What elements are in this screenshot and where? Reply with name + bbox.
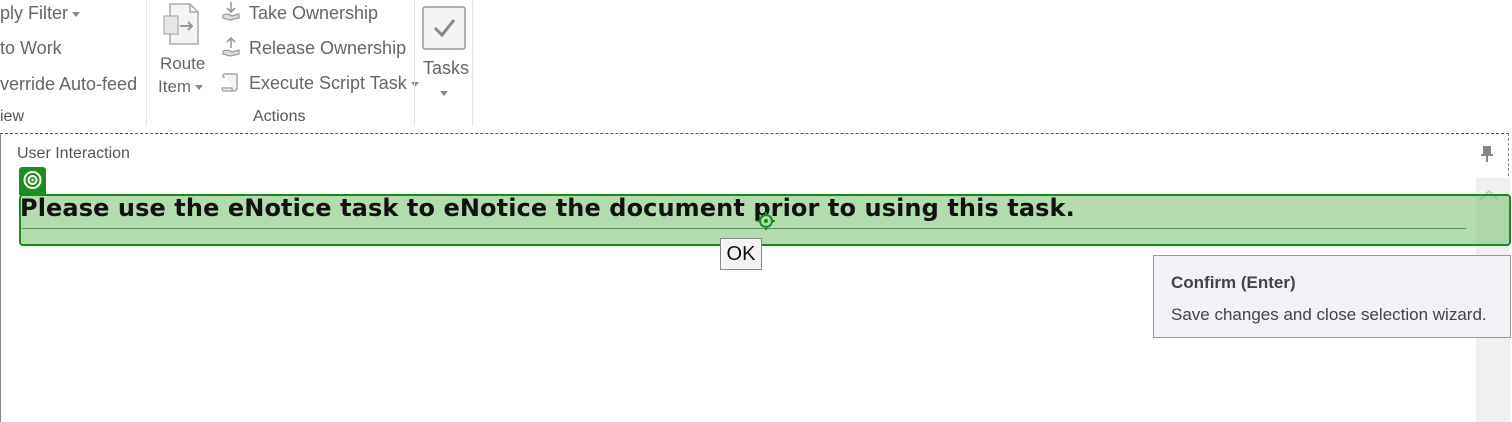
ok-button[interactable]: OK xyxy=(720,238,762,270)
group-divider xyxy=(472,0,473,126)
execute-script-task-label: Execute Script Task xyxy=(249,72,419,94)
take-ownership-label: Take Ownership xyxy=(249,3,379,23)
override-autofeed-label: verride Auto-feed xyxy=(0,74,138,94)
panel-title: User Interaction xyxy=(17,145,130,162)
script-scroll-icon xyxy=(221,73,238,92)
take-ownership-icon xyxy=(222,2,240,21)
override-autofeed-button[interactable]: verride Auto-feed xyxy=(0,73,137,95)
actions-group-label: Actions xyxy=(253,108,306,125)
release-ownership-icon xyxy=(222,36,240,57)
route-item-label-line2-text: Item xyxy=(158,77,192,96)
crosshair-icon xyxy=(757,212,775,230)
target-icon xyxy=(23,171,42,189)
chevron-down-icon xyxy=(72,11,81,17)
to-work-label: to Work xyxy=(0,38,62,58)
route-item-button[interactable]: Route Item xyxy=(155,0,213,100)
tooltip-body: Save changes and close selection wizard. xyxy=(1171,305,1487,324)
group-divider xyxy=(414,0,415,126)
take-ownership-button[interactable]: Take Ownership xyxy=(220,0,380,26)
execute-script-task-text: Execute Script Task xyxy=(249,73,407,93)
checkbox-task-icon xyxy=(422,6,466,50)
chevron-down-icon xyxy=(195,85,204,91)
add-to-work-button[interactable]: to Work xyxy=(0,37,62,59)
message-divider xyxy=(22,228,1466,229)
view-group-label: iew xyxy=(0,108,25,125)
tooltip-title: Confirm (Enter) xyxy=(1171,273,1296,292)
pin-icon[interactable] xyxy=(1480,145,1494,163)
chevron-down-icon xyxy=(440,91,448,96)
target-badge[interactable] xyxy=(19,167,46,195)
confirm-tooltip: Confirm (Enter) Save changes and close s… xyxy=(1153,255,1511,338)
group-divider xyxy=(146,0,147,126)
message-text: Please use the eNotice task to eNotice t… xyxy=(20,194,1075,222)
ribbon: ply Filter to Work verride Auto-feed iew… xyxy=(0,0,1512,133)
release-ownership-button[interactable]: Release Ownership xyxy=(220,36,407,62)
release-ownership-label: Release Ownership xyxy=(249,38,407,58)
apply-filter-button[interactable]: ply Filter xyxy=(0,2,81,24)
execute-script-task-button[interactable]: Execute Script Task xyxy=(220,71,419,97)
tasks-label: Tasks xyxy=(423,58,470,78)
route-item-icon xyxy=(163,3,199,45)
apply-filter-label: ply Filter xyxy=(0,3,69,23)
route-item-label-line1: Route xyxy=(160,54,206,73)
tasks-button[interactable]: Tasks xyxy=(418,3,470,103)
route-item-label-line2: Item xyxy=(158,76,204,98)
